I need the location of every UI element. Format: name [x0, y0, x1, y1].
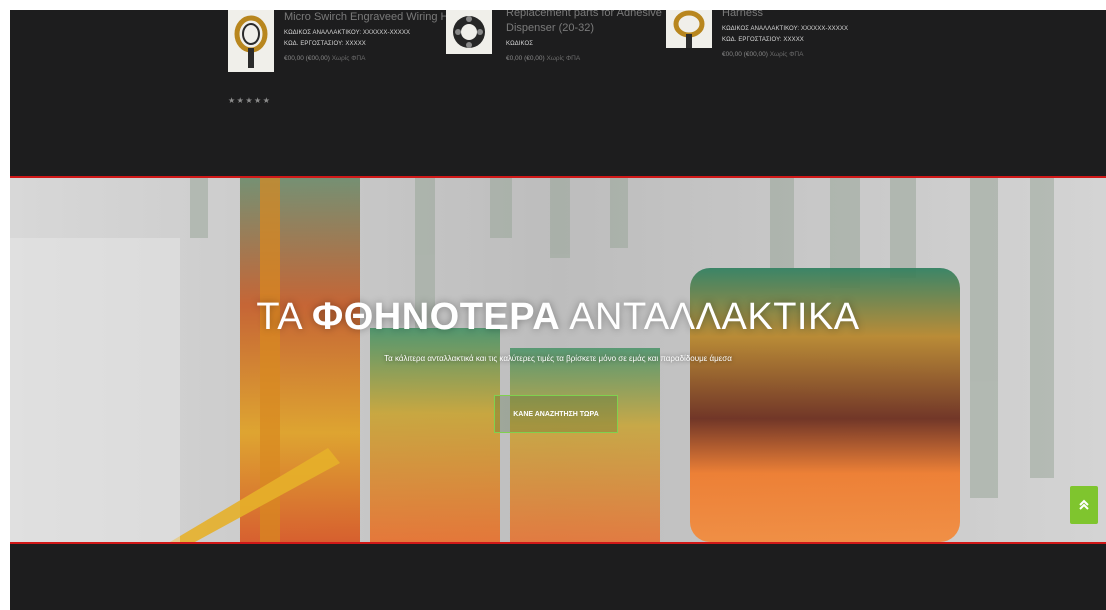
product-name[interactable]: Harness: [722, 10, 922, 21]
factory-code: ΚΩΔ. ΕΡΓΟΣΤΑΣΙΟΥ: ΧΧΧΧΧ: [722, 37, 804, 43]
product-price: €0,00 (€0,00) Χωρίς ΦΠΑ: [506, 53, 706, 65]
price-note: Χωρίς ΦΠΑ: [331, 55, 366, 62]
hero-subtitle: Τα κάλιτερα ανταλλακτικά και τις καλύτερ…: [384, 354, 732, 363]
product-thumbnail[interactable]: [446, 10, 492, 54]
product-strip: Micro Swirch Engraveed Wiring Harness ΚΩ…: [10, 10, 1106, 176]
footer-band: [10, 544, 1106, 610]
price-value: €00,00 (€00,00): [284, 55, 330, 62]
search-now-button[interactable]: ΚΑΝΕ ΑΝΑΖΗΤΗΣΗ ΤΩΡΑ: [494, 395, 618, 433]
rating-stars: ★★★★★: [228, 96, 272, 105]
hero-title-prefix: ΤΑ: [256, 296, 313, 338]
product-price: €00,00 (€00,00) Χωρίς ΦΠΑ: [284, 53, 484, 65]
product-price: €00,00 (€00,00) Χωρίς ΦΠΑ: [722, 49, 922, 61]
scroll-to-top-button[interactable]: [1070, 486, 1098, 524]
page: Micro Swirch Engraveed Wiring Harness ΚΩ…: [10, 10, 1106, 610]
bearing-icon: [446, 10, 492, 54]
harness-icon: [666, 10, 712, 48]
price-value: €0,00 (€0,00): [506, 55, 545, 62]
price-value: €00,00 (€00,00): [722, 51, 768, 58]
hero-title-suffix: ΑΝΤΑΛΛΑΚΤΙΚΑ: [560, 296, 860, 338]
price-note: Χωρίς ΦΠΑ: [546, 55, 581, 62]
harness-icon: [228, 10, 274, 72]
product-info: Harness ΚΩΔΙΚΟΣ ΑΝΑΛΛΑΚΤΙΚΟΥ: ΧΧΧΧΧΧ-ΧΧΧ…: [722, 10, 922, 61]
hero-title: ΤΑ ΦΘΗΝΟΤΕΡΑ ΑΝΤΑΛΛΑΚΤΙΚΑ: [10, 296, 1106, 339]
hero-banner: ΤΑ ΦΘΗΝΟΤΕΡΑ ΑΝΤΑΛΛΑΚΤΙΚΑ Τα κάλιτερα αν…: [10, 176, 1106, 544]
chevron-up-icon: [1079, 499, 1089, 510]
hero-title-bold: ΦΘΗΝΟΤΕΡΑ: [312, 296, 561, 338]
product-thumbnail[interactable]: [228, 10, 274, 72]
product-thumbnail[interactable]: [666, 10, 712, 48]
price-note: Χωρίς ΦΠΑ: [769, 51, 804, 58]
product-code: ΚΩΔΙΚΟΣ ΑΝΑΛΛΑΚΤΙΚΟΥ: ΧΧΧΧΧΧ-ΧΧΧΧΧ: [722, 26, 849, 32]
